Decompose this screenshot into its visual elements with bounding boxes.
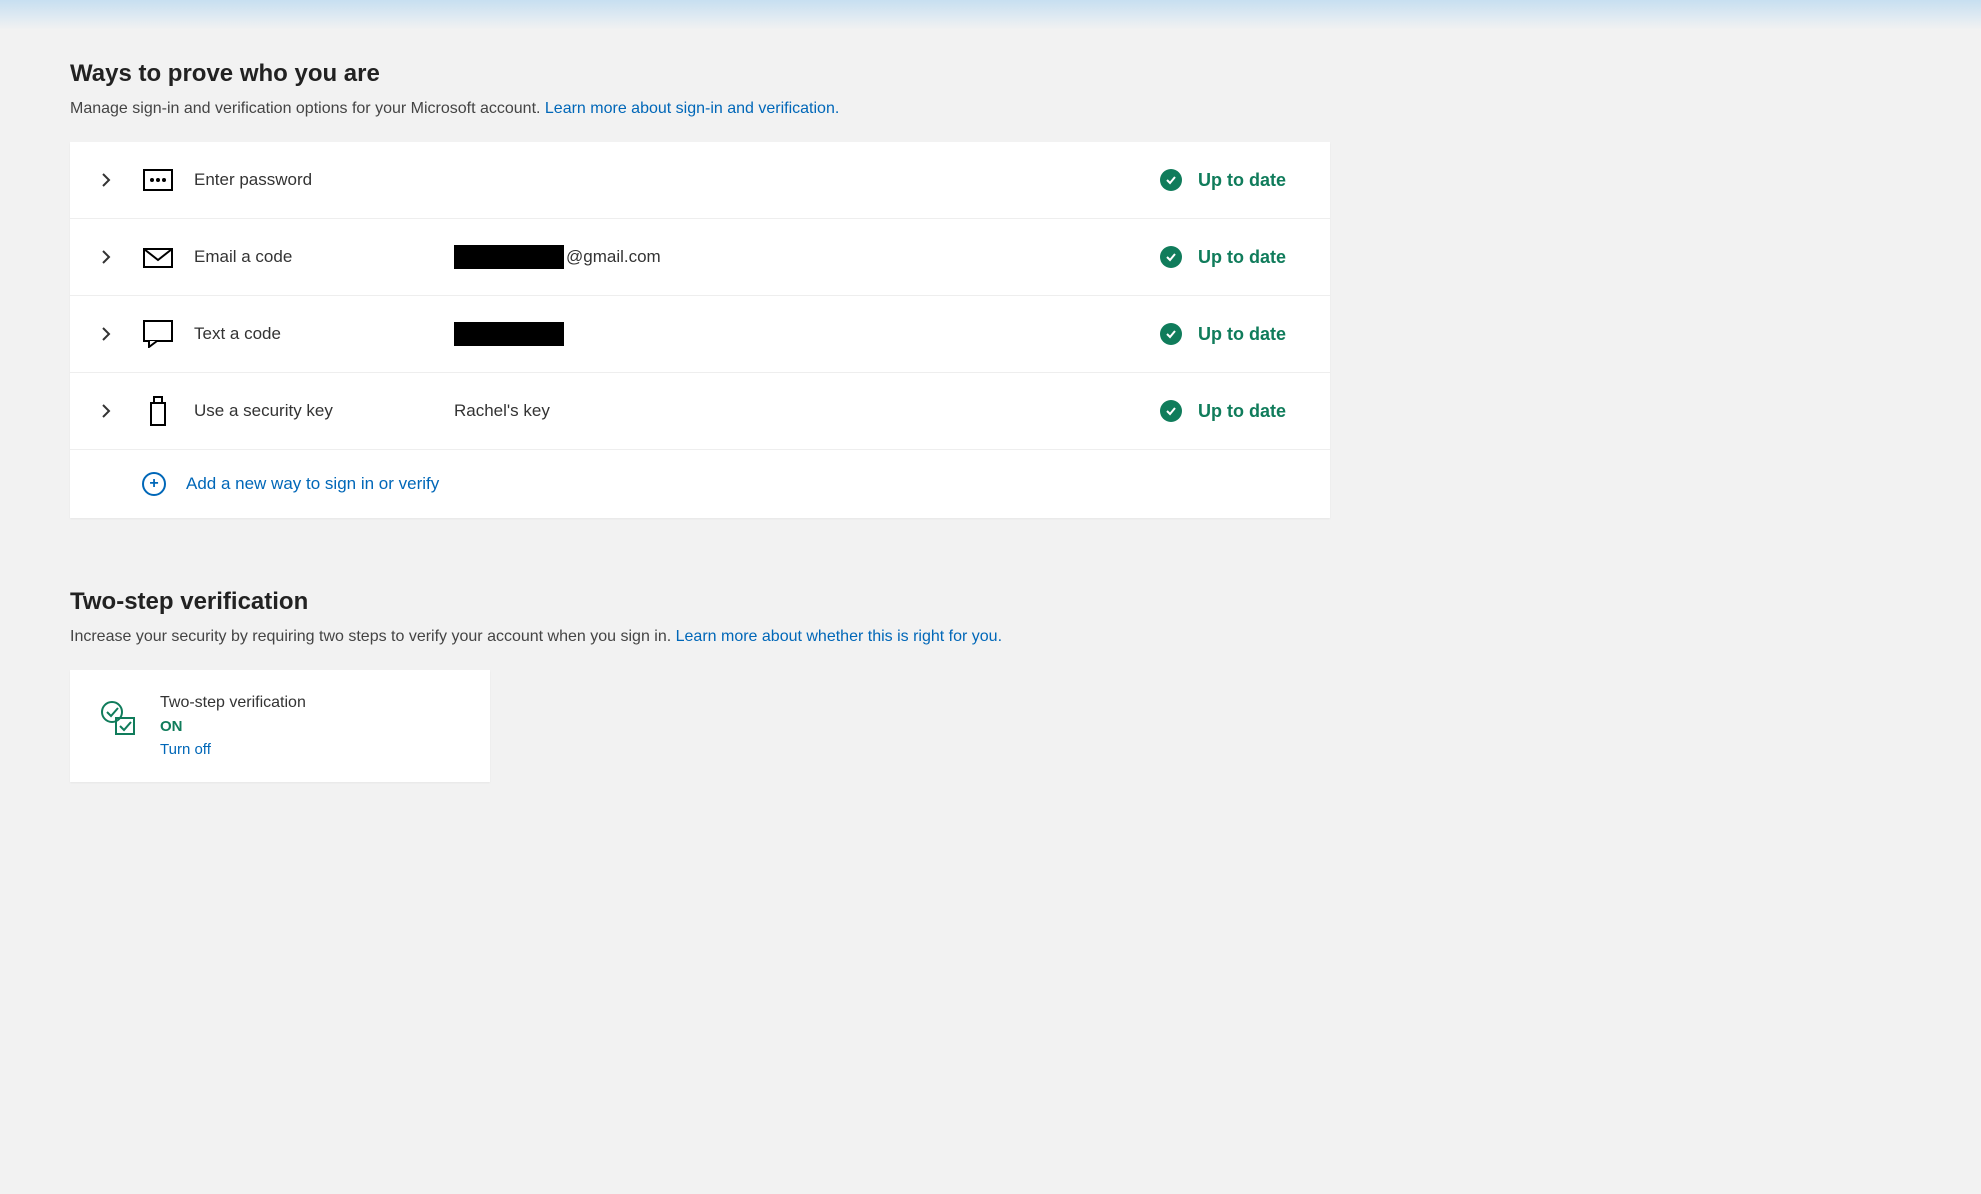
redacted-phone: [454, 322, 564, 346]
method-detail: [454, 322, 1160, 346]
check-icon: [1160, 323, 1182, 345]
ways-heading: Ways to prove who you are: [70, 60, 1330, 88]
add-method-label: Add a new way to sign in or verify: [186, 474, 439, 494]
chevron-right-icon: [94, 399, 118, 423]
chat-icon: [142, 318, 174, 350]
plus-circle-icon: +: [142, 472, 166, 496]
two-step-status: ON: [160, 718, 306, 735]
email-icon: [142, 241, 174, 273]
add-method-row[interactable]: + Add a new way to sign in or verify: [70, 450, 1330, 518]
method-label: Enter password: [194, 170, 454, 190]
ways-description-text: Manage sign-in and verification options …: [70, 100, 545, 117]
usb-key-icon: [142, 395, 174, 427]
status-text: Up to date: [1198, 170, 1286, 191]
two-step-description: Increase your security by requiring two …: [70, 628, 1330, 646]
learn-more-signin-link[interactable]: Learn more about sign-in and verificatio…: [545, 100, 839, 117]
password-icon: [142, 164, 174, 196]
redacted-email: [454, 245, 564, 269]
method-row-text[interactable]: Text a code Up to date: [70, 296, 1330, 373]
method-label: Email a code: [194, 247, 454, 267]
two-step-label: Two-step verification: [160, 694, 306, 712]
two-step-heading: Two-step verification: [70, 588, 1330, 616]
shield-check-icon: [98, 698, 138, 738]
two-step-card: Two-step verification ON Turn off: [70, 670, 490, 782]
learn-more-two-step-link[interactable]: Learn more about whether this is right f…: [676, 628, 1002, 645]
status-text: Up to date: [1198, 401, 1286, 422]
methods-list: Enter password Up to date Email a code @…: [70, 142, 1330, 518]
chevron-right-icon: [94, 245, 118, 269]
method-detail: @gmail.com: [454, 245, 1160, 269]
method-row-password[interactable]: Enter password Up to date: [70, 142, 1330, 219]
status-text: Up to date: [1198, 324, 1286, 345]
check-icon: [1160, 169, 1182, 191]
chevron-right-icon: [94, 168, 118, 192]
turn-off-link[interactable]: Turn off: [160, 741, 306, 758]
method-row-security-key[interactable]: Use a security key Rachel's key Up to da…: [70, 373, 1330, 450]
method-label: Text a code: [194, 324, 454, 344]
check-icon: [1160, 246, 1182, 268]
chevron-right-icon: [94, 322, 118, 346]
method-row-email[interactable]: Email a code @gmail.com Up to date: [70, 219, 1330, 296]
check-icon: [1160, 400, 1182, 422]
ways-description: Manage sign-in and verification options …: [70, 100, 1330, 118]
email-domain: @gmail.com: [566, 247, 661, 267]
two-step-description-text: Increase your security by requiring two …: [70, 628, 676, 645]
method-label: Use a security key: [194, 401, 454, 421]
status-text: Up to date: [1198, 247, 1286, 268]
method-detail: Rachel's key: [454, 401, 1160, 421]
